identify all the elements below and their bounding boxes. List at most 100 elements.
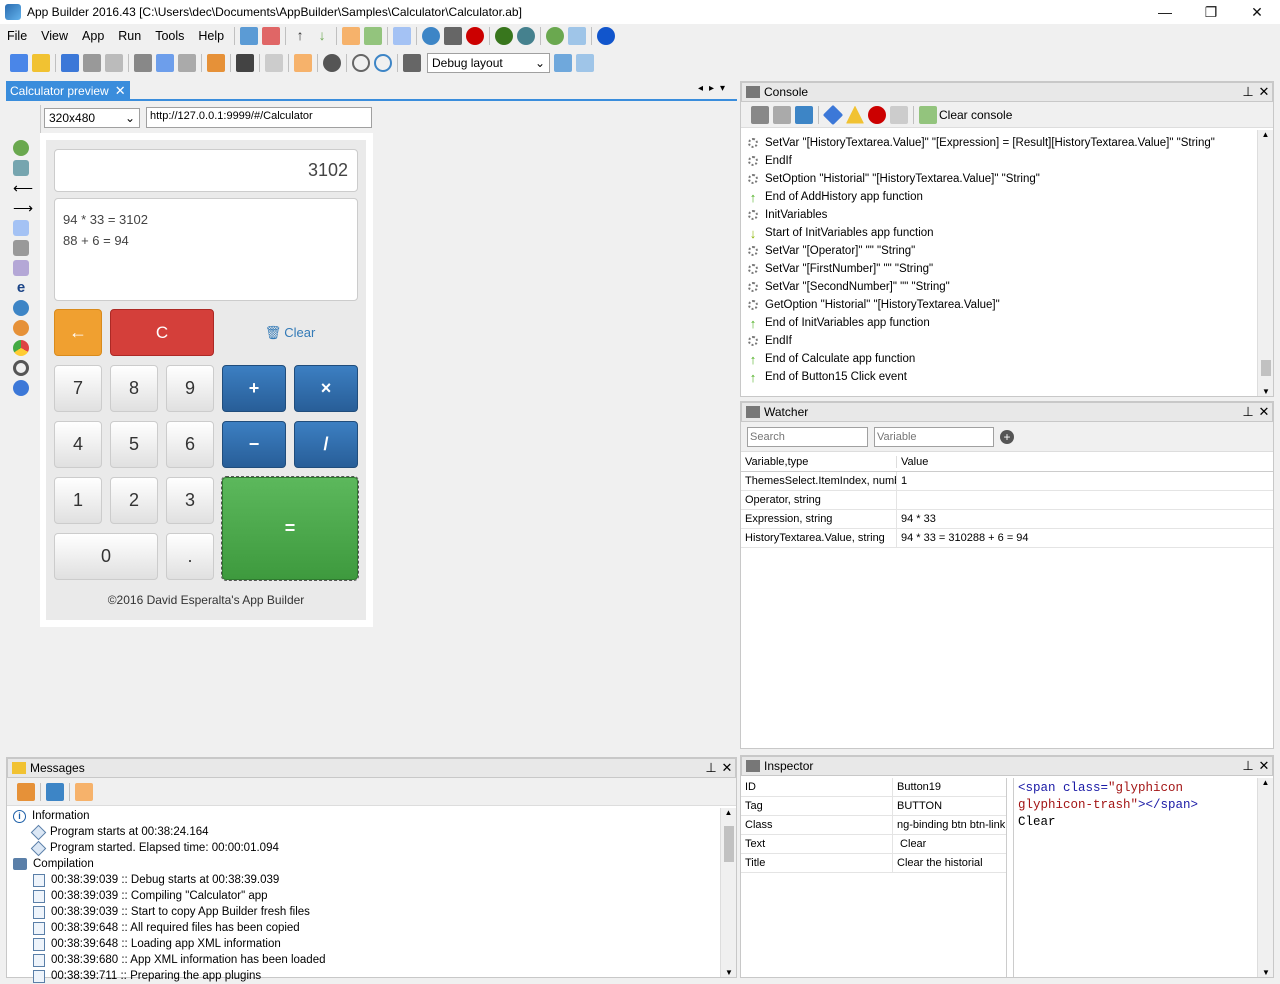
multiply-button[interactable]: × bbox=[294, 365, 358, 412]
record-icon[interactable] bbox=[374, 54, 392, 72]
open-project-icon[interactable] bbox=[32, 54, 50, 72]
refresh-icon[interactable] bbox=[546, 27, 565, 45]
edit-icon[interactable] bbox=[393, 27, 412, 45]
watcher-search-input[interactable] bbox=[747, 426, 868, 447]
console-scroll-thumb[interactable] bbox=[1261, 360, 1271, 376]
copy-icon[interactable] bbox=[178, 54, 196, 72]
messages-find-icon[interactable] bbox=[75, 782, 93, 801]
table-row[interactable]: Text Clear bbox=[741, 834, 1006, 854]
divide-button[interactable]: / bbox=[294, 421, 358, 468]
console-scrollbar[interactable]: ▲ ▼ bbox=[1257, 130, 1273, 396]
list-item[interactable]: Compilation bbox=[7, 856, 736, 872]
messages-export-icon[interactable] bbox=[17, 782, 35, 801]
close-window-button[interactable]: ✕ bbox=[1234, 0, 1280, 24]
warning-icon[interactable] bbox=[846, 105, 864, 124]
column-header-value[interactable]: Value bbox=[897, 456, 928, 468]
tab-nav-arrows[interactable]: ◂▸▾ bbox=[698, 83, 731, 94]
pin-icon[interactable]: ⊥ bbox=[1240, 84, 1256, 100]
settings-gear-icon[interactable] bbox=[323, 54, 341, 72]
close-icon[interactable]: ✕ bbox=[1256, 84, 1272, 100]
arrow-right-icon[interactable]: ⟶ bbox=[13, 200, 33, 216]
list-item[interactable]: 00:38:39:648 :: All required files has b… bbox=[7, 920, 736, 936]
menu-app[interactable]: App bbox=[75, 25, 111, 47]
reload-icon[interactable] bbox=[13, 140, 29, 156]
firefox-icon[interactable] bbox=[13, 320, 29, 336]
digit-6-button[interactable]: 6 bbox=[166, 421, 214, 468]
notes-icon[interactable] bbox=[294, 54, 312, 72]
chrome-icon[interactable] bbox=[13, 340, 29, 356]
menu-view[interactable]: View bbox=[34, 25, 75, 47]
messages-scrollbar[interactable]: ▲ ▼ bbox=[720, 808, 736, 977]
menu-tools[interactable]: Tools bbox=[148, 25, 191, 47]
table-row[interactable]: Expression, string 94 * 33 bbox=[741, 509, 1273, 529]
menu-help[interactable]: Help bbox=[191, 25, 231, 47]
minimize-button[interactable]: — bbox=[1142, 0, 1188, 24]
console-clear-list-icon[interactable] bbox=[890, 105, 908, 124]
reload-all-icon[interactable] bbox=[13, 160, 29, 176]
ie-browser-icon[interactable] bbox=[13, 300, 29, 316]
pin-icon[interactable]: ⊥ bbox=[1240, 404, 1256, 420]
terminal-icon[interactable] bbox=[236, 54, 254, 72]
digit-9-button[interactable]: 9 bbox=[166, 365, 214, 412]
save-as-icon[interactable] bbox=[156, 54, 174, 72]
clear-console-button[interactable]: Clear console bbox=[939, 108, 1012, 122]
deploy-icon[interactable] bbox=[207, 54, 225, 72]
layout-select[interactable]: Debug layout ⌄ bbox=[427, 53, 550, 73]
equals-button[interactable]: = bbox=[221, 476, 359, 581]
list-item[interactable]: Program started. Elapsed time: 00:00:01.… bbox=[7, 840, 736, 856]
maximize-button[interactable]: ❐ bbox=[1188, 0, 1234, 24]
minus-button[interactable]: − bbox=[222, 421, 286, 468]
list-item[interactable]: i Information bbox=[7, 808, 736, 824]
backspace-button[interactable]: ← bbox=[54, 309, 102, 356]
variables-icon[interactable] bbox=[364, 27, 383, 45]
layout-save-icon[interactable] bbox=[554, 54, 572, 72]
play-icon[interactable] bbox=[352, 54, 370, 72]
table-row[interactable]: ThemesSelect.ItemIndex, numb 1 bbox=[741, 471, 1273, 491]
digit-3-button[interactable]: 3 bbox=[166, 477, 214, 524]
console-paste-icon[interactable] bbox=[773, 105, 791, 124]
pin-icon[interactable]: ⊥ bbox=[1240, 758, 1256, 774]
watcher-variable-input[interactable] bbox=[874, 426, 994, 447]
list-item[interactable]: 00:38:39:039 :: Debug starts at 00:38:39… bbox=[7, 872, 736, 888]
plugins-icon[interactable] bbox=[105, 54, 123, 72]
wrench-icon[interactable] bbox=[13, 260, 29, 276]
remove-view-icon[interactable] bbox=[262, 27, 281, 45]
close-icon[interactable]: ✕ bbox=[1256, 404, 1272, 420]
menu-run[interactable]: Run bbox=[111, 25, 148, 47]
messages-save-icon[interactable] bbox=[46, 782, 64, 801]
stop-icon[interactable] bbox=[466, 27, 485, 45]
sort-icon[interactable] bbox=[403, 54, 421, 72]
monitor-icon[interactable] bbox=[568, 27, 587, 45]
size-select[interactable]: 320x480 ⌄ bbox=[44, 108, 140, 128]
inspector-scrollbar[interactable]: ▲ ▼ bbox=[1257, 778, 1273, 977]
build-icon[interactable] bbox=[61, 54, 79, 72]
close-icon[interactable]: ✕ bbox=[719, 760, 735, 776]
url-input[interactable]: http://127.0.0.1:9999/#/Calculator bbox=[146, 107, 372, 128]
plus-button[interactable]: + bbox=[222, 365, 286, 412]
list-item[interactable]: Program starts at 00:38:24.164 bbox=[7, 824, 736, 840]
table-row[interactable]: ID Button19 bbox=[741, 777, 1006, 797]
table-row[interactable]: Title Clear the historial bbox=[741, 853, 1006, 873]
close-icon[interactable]: ✕ bbox=[1256, 758, 1272, 774]
printer-icon[interactable] bbox=[83, 54, 101, 72]
list-icon[interactable] bbox=[265, 54, 283, 72]
tab-calculator-preview[interactable]: Calculator preview ✕ bbox=[6, 81, 130, 101]
menu-file[interactable]: File bbox=[0, 25, 34, 47]
help-icon[interactable] bbox=[422, 27, 441, 45]
digit-5-button[interactable]: 5 bbox=[110, 421, 158, 468]
digit-0-button[interactable]: 0 bbox=[54, 533, 158, 580]
console-save-icon[interactable] bbox=[795, 105, 813, 124]
messages-scroll-thumb[interactable] bbox=[724, 826, 734, 862]
list-item[interactable]: 00:38:39:680 :: App XML information has … bbox=[7, 952, 736, 968]
table-row[interactable]: HistoryTextarea.Value, string 94 * 33 = 3… bbox=[741, 528, 1273, 548]
safari-icon[interactable] bbox=[13, 380, 29, 396]
table-row[interactable]: Tag BUTTON bbox=[741, 796, 1006, 816]
list-item[interactable]: 00:38:39:039 :: Start to copy App Builde… bbox=[7, 904, 736, 920]
console-copy-icon[interactable] bbox=[751, 105, 769, 124]
filter-info-icon[interactable] bbox=[822, 104, 844, 125]
list-item[interactable]: 00:38:39:039 :: Compiling "Calculator" a… bbox=[7, 888, 736, 904]
add-watch-icon[interactable]: + bbox=[1000, 429, 1014, 444]
camera-icon[interactable] bbox=[13, 240, 29, 256]
decimal-button[interactable]: . bbox=[166, 533, 214, 580]
digit-8-button[interactable]: 8 bbox=[110, 365, 158, 412]
